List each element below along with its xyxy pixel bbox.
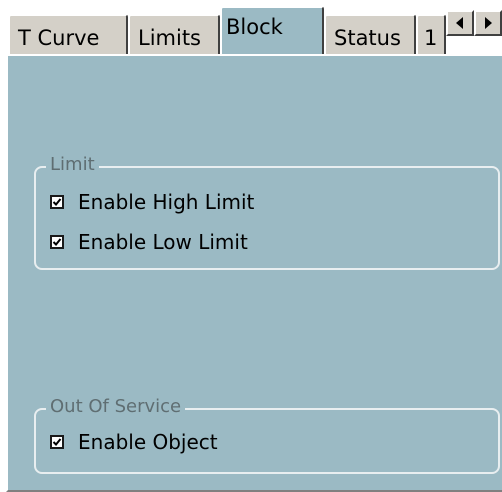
checkbox-label: Enable Low Limit <box>78 230 248 254</box>
enable-high-limit-checkbox[interactable]: Enable High Limit <box>50 190 254 214</box>
tab-label: Status <box>334 26 401 50</box>
checkbox-label: Enable Object <box>78 430 218 454</box>
limit-group: Limit Enable High Limit Enable Low Limit <box>34 154 500 270</box>
checkbox-box <box>50 435 64 449</box>
tab-label: 1 <box>424 26 438 50</box>
scroll-right-button[interactable] <box>474 10 502 36</box>
tab-block[interactable]: Block <box>220 6 324 58</box>
checkbox-box <box>50 235 64 249</box>
checkmark-icon <box>52 238 62 246</box>
tab-panel-block: Limit Enable High Limit Enable Low Limit… <box>6 54 502 492</box>
arrow-left-icon <box>456 17 463 29</box>
checkbox-label: Enable High Limit <box>78 190 255 214</box>
checkmark-icon <box>52 198 62 206</box>
out-of-service-group-title: Out Of Service <box>46 396 186 418</box>
tab-label: T Curve <box>18 26 100 50</box>
tab-strip: T Curve Limits Block Status 1 <box>0 0 502 62</box>
out-of-service-group: Out Of Service Enable Object <box>34 396 500 474</box>
arrow-right-icon <box>485 17 492 29</box>
checkbox-box <box>50 195 64 209</box>
tab-label: Block <box>226 15 283 39</box>
enable-object-checkbox[interactable]: Enable Object <box>50 430 218 454</box>
tab-label: Limits <box>138 26 201 50</box>
enable-low-limit-checkbox[interactable]: Enable Low Limit <box>50 230 248 254</box>
checkmark-icon <box>52 438 62 446</box>
scroll-left-button[interactable] <box>446 10 474 36</box>
limit-group-title: Limit <box>46 154 99 176</box>
